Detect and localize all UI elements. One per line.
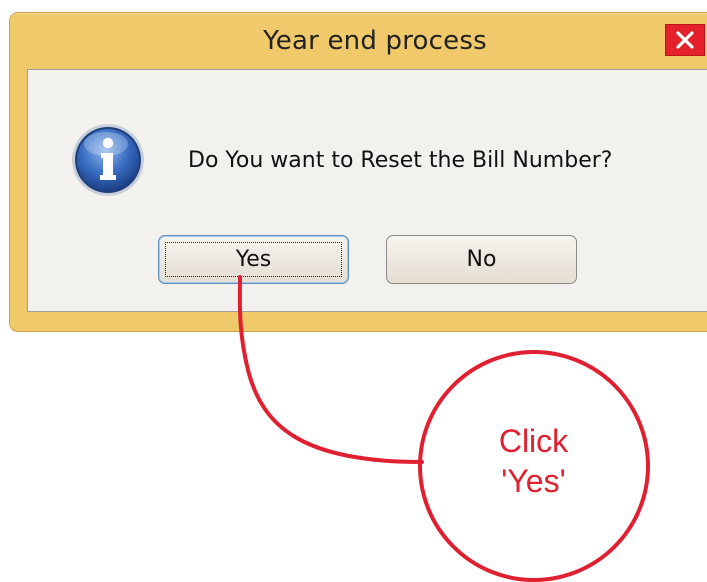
yes-button[interactable]: Yes [158,235,349,284]
callout-line-1: Click [498,423,569,459]
callout-line-2: 'Yes' [501,463,566,499]
close-icon [676,31,694,49]
dialog-title: Year end process [263,26,487,56]
dialog-titlebar[interactable]: Year end process [10,13,707,69]
focus-ring [165,242,342,277]
no-button[interactable]: No [386,235,577,284]
dialog-content: Do You want to Reset the Bill Number? Ye… [27,69,707,312]
close-button[interactable] [665,24,705,56]
screenshot-stage: Year end process Do You want to Reset th… [0,0,707,582]
dialog-message: Do You want to Reset the Bill Number? [188,148,613,173]
info-icon [72,124,144,196]
callout-text: Click 'Yes' [421,421,646,501]
no-button-label: No [466,247,497,272]
year-end-dialog: Year end process Do You want to Reset th… [9,12,707,332]
